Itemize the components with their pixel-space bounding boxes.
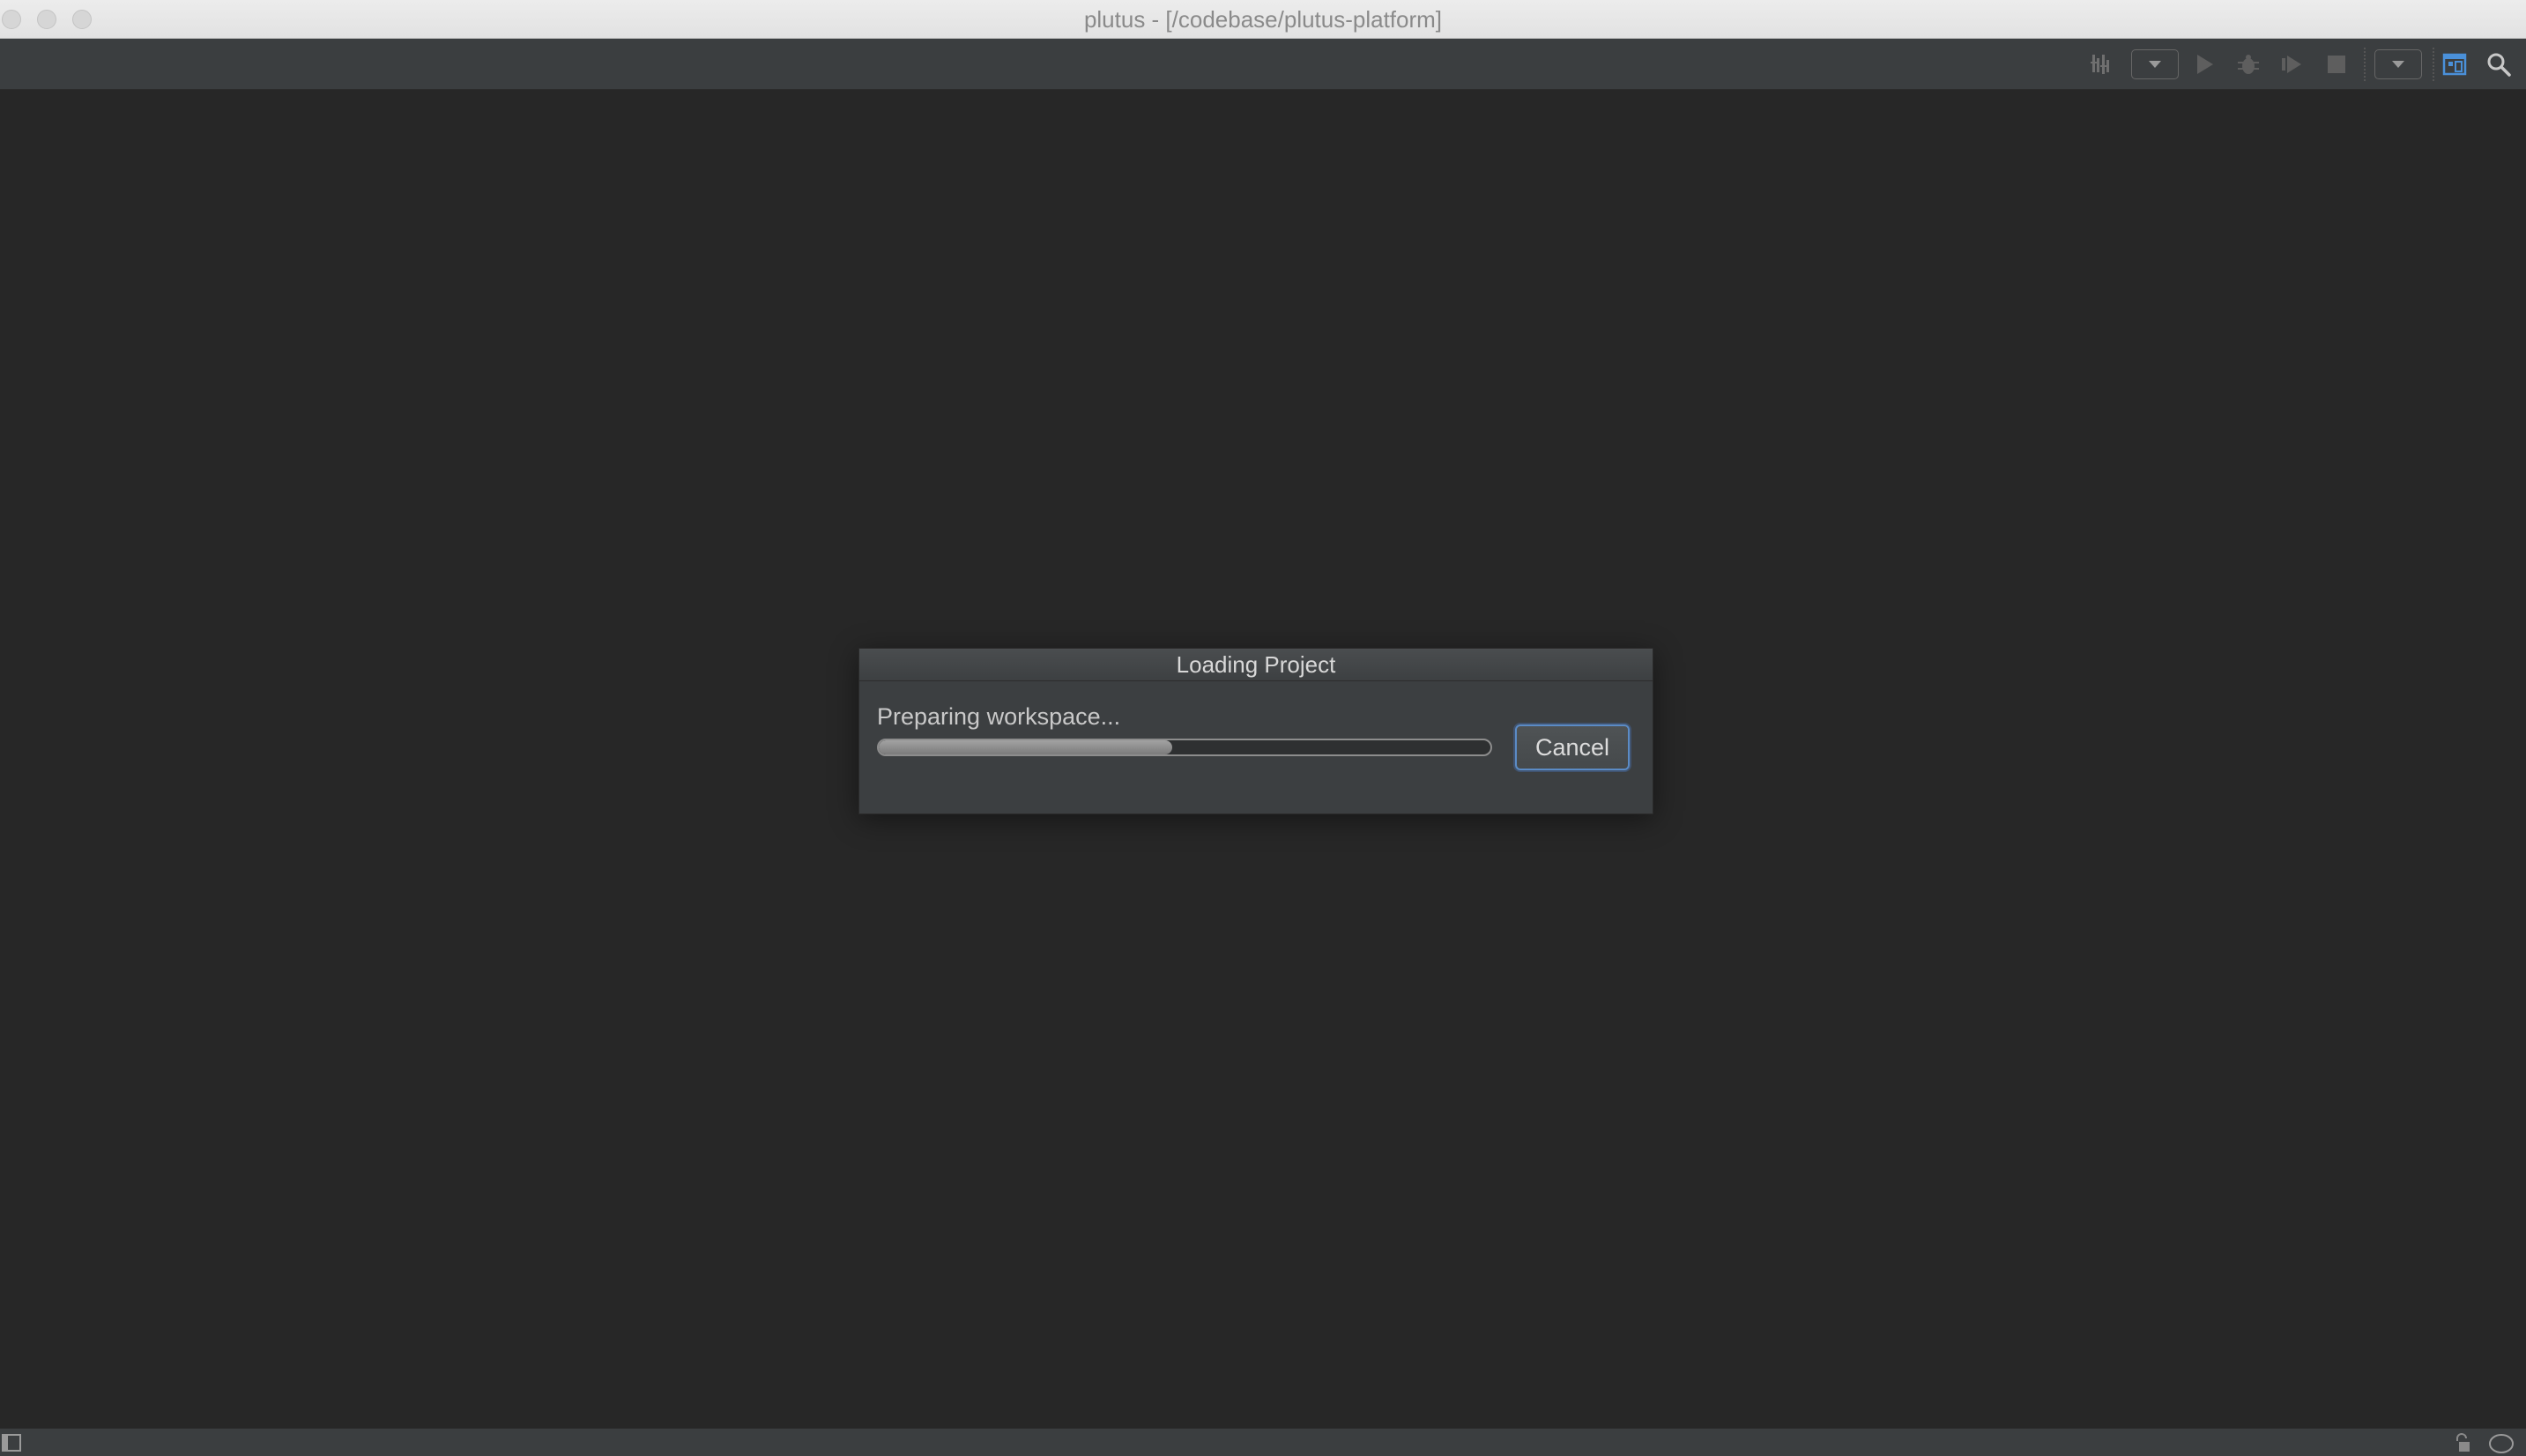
cancel-button[interactable]: Cancel	[1515, 724, 1630, 770]
run-icon[interactable]	[2189, 49, 2219, 79]
notifications-icon[interactable]	[2487, 1432, 2515, 1453]
progress-status-text: Preparing workspace...	[877, 703, 1121, 730]
stop-icon[interactable]	[2322, 49, 2351, 79]
progress-bar	[877, 739, 1492, 756]
progress-bar-fill	[879, 740, 1173, 754]
coverage-icon[interactable]	[2277, 49, 2307, 79]
debug-icon[interactable]	[2233, 49, 2263, 79]
vcs-dropdown[interactable]	[2374, 49, 2422, 79]
dialog-title: Loading Project	[859, 649, 1653, 681]
project-structure-icon[interactable]	[2440, 49, 2470, 79]
run-configuration-dropdown[interactable]	[2131, 49, 2179, 79]
ide-window: plutus - [/codebase/plutus-platform] Loa…	[0, 0, 2526, 1456]
main-toolbar	[0, 39, 2526, 90]
toolbar-separator	[2364, 48, 2366, 81]
chevron-down-icon	[2392, 61, 2404, 68]
chevron-down-icon	[2149, 61, 2161, 68]
title-bar: plutus - [/codebase/plutus-platform]	[0, 0, 2526, 39]
lock-icon[interactable]	[2450, 1432, 2473, 1453]
tool-windows-icon[interactable]	[0, 1432, 23, 1453]
toolbar-separator	[2433, 48, 2434, 81]
loading-project-dialog: Loading Project Preparing workspace... C…	[858, 648, 1653, 814]
window-title: plutus - [/codebase/plutus-platform]	[1083, 6, 1443, 33]
search-icon[interactable]	[2484, 49, 2514, 79]
build-icon[interactable]	[2087, 49, 2117, 79]
status-bar	[0, 1428, 2526, 1456]
